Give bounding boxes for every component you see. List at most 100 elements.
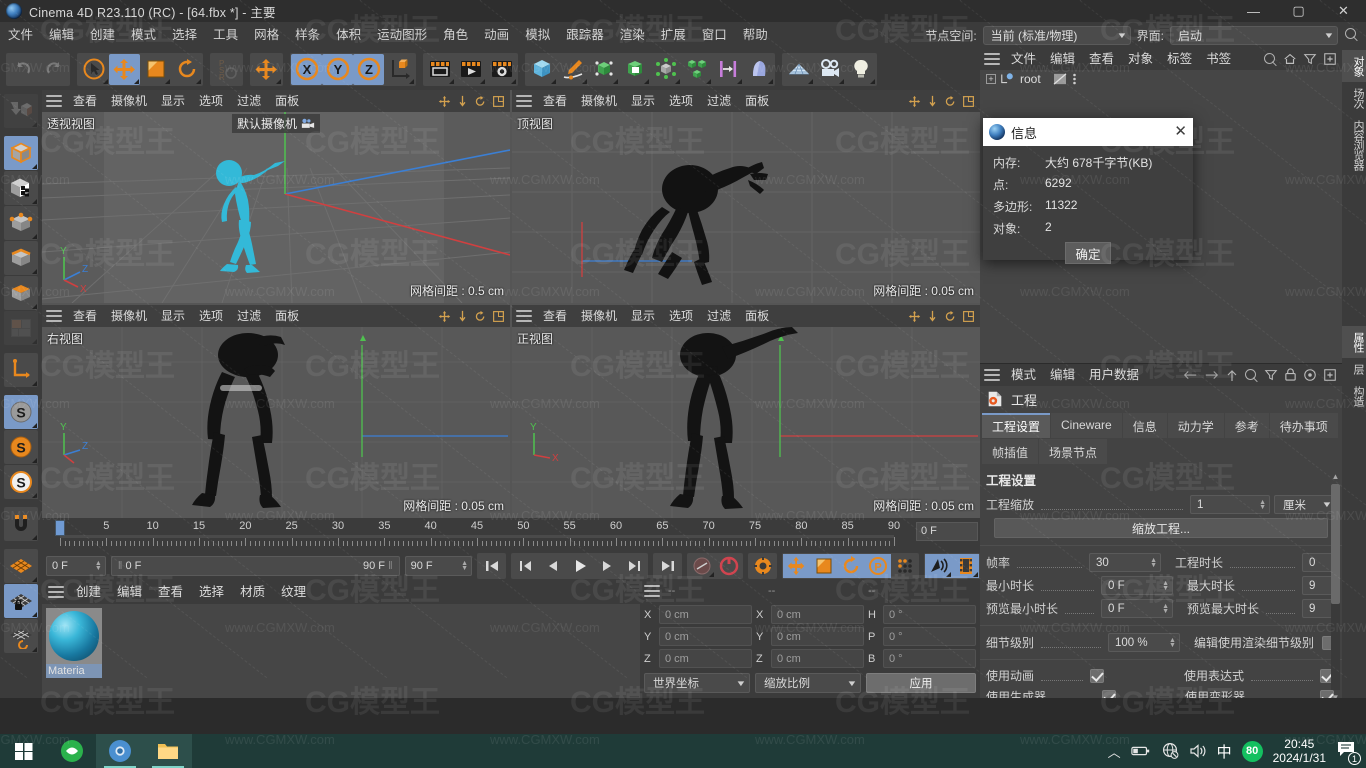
x-axis-icon[interactable]: X (291, 53, 322, 85)
scale-project-button[interactable]: 缩放工程... (994, 518, 1328, 538)
object-row-root[interactable]: + root (980, 70, 1342, 88)
hamburger-icon[interactable] (644, 585, 660, 597)
obj-menu-bookmarks[interactable]: 书签 (1199, 48, 1238, 70)
hamburger-icon[interactable] (46, 95, 62, 107)
move-world-icon[interactable] (251, 54, 282, 85)
obj-menu-objects[interactable]: 对象 (1121, 48, 1160, 70)
record-position-icon[interactable] (783, 554, 810, 578)
obj-menu-tags[interactable]: 标签 (1160, 48, 1199, 70)
vp-menu-display[interactable]: 显示 (624, 90, 662, 112)
project-scale-unit-select[interactable]: 厘米 ▼ (1274, 495, 1336, 514)
vp-menu-view[interactable]: 查看 (66, 305, 104, 327)
menu-item-volume[interactable]: 体积 (328, 22, 369, 48)
coord-rot-h-input[interactable]: 0 ° (883, 605, 976, 624)
mat-menu-material[interactable]: 材质 (232, 580, 273, 604)
maximize-view-icon[interactable] (492, 310, 505, 323)
vp-menu-camera[interactable]: 摄像机 (574, 305, 624, 327)
record-param-icon[interactable]: P (864, 554, 891, 578)
menu-item-mode[interactable]: 模式 (123, 22, 164, 48)
mat-menu-texture[interactable]: 纹理 (273, 580, 314, 604)
spinner-icon[interactable]: ▲ ▼ (1158, 580, 1169, 592)
record-active-objects-icon[interactable] (688, 554, 715, 578)
display-tag-icon[interactable] (1053, 73, 1067, 85)
close-button[interactable]: ✕ (1321, 0, 1366, 22)
move-icon[interactable] (109, 53, 140, 85)
home-icon[interactable] (1283, 52, 1297, 66)
rotate-view-icon[interactable] (944, 95, 957, 108)
spinner-icon[interactable]: ▲ ▼ (1158, 603, 1169, 615)
vp-menu-camera[interactable]: 摄像机 (104, 90, 154, 112)
maximize-view-icon[interactable] (962, 95, 975, 108)
viewport-top[interactable]: 查看 摄像机 显示 选项 过滤 面板 顶视图 网格间距: 0.05 cm (512, 90, 980, 303)
pan-icon[interactable] (438, 95, 451, 108)
add-layer-icon[interactable] (1323, 52, 1337, 66)
light-icon[interactable] (845, 54, 876, 85)
tab-project-settings[interactable]: 工程设置 (982, 413, 1051, 438)
mograph-cloner-icon[interactable] (681, 54, 712, 85)
rotate-view-icon[interactable] (474, 310, 487, 323)
menu-item-animate[interactable]: 动画 (476, 22, 517, 48)
vp-menu-panel[interactable]: 面板 (738, 90, 776, 112)
vtab-structure[interactable]: 构造 (1342, 380, 1366, 412)
obj-menu-view[interactable]: 查看 (1082, 48, 1121, 70)
spinner-icon[interactable]: ▲ ▼ (91, 560, 102, 572)
menu-item-simulate[interactable]: 模拟 (517, 22, 558, 48)
close-icon[interactable]: ✕ (1174, 124, 1187, 139)
deformer-icon[interactable] (650, 54, 681, 85)
point-mode-icon[interactable] (4, 206, 38, 240)
spinner-icon[interactable]: ▲ ▼ (1165, 637, 1176, 649)
network-disconnected-icon[interactable] (1161, 742, 1179, 760)
rotate-icon[interactable] (171, 54, 202, 85)
dolly-icon[interactable] (926, 95, 939, 108)
filter-icon[interactable] (1264, 368, 1278, 382)
play-icon[interactable] (566, 554, 593, 578)
render-view-icon[interactable] (424, 54, 455, 85)
windows-start-icon[interactable] (0, 734, 48, 768)
filter-icon[interactable] (1303, 52, 1317, 66)
chevron-up-icon[interactable]: ︿ (1108, 742, 1121, 761)
prev-key-icon[interactable] (512, 554, 539, 578)
go-to-end-icon[interactable] (654, 554, 681, 578)
vp-menu-options[interactable]: 选项 (662, 305, 700, 327)
obj-menu-edit[interactable]: 编辑 (1043, 48, 1082, 70)
psr-icon[interactable]: PSR (211, 54, 242, 85)
vp-menu-display[interactable]: 显示 (154, 90, 192, 112)
vtab-objects[interactable]: 对象 (1342, 50, 1366, 82)
axis-mode-icon[interactable] (4, 353, 38, 387)
tab-reference[interactable]: 参考 (1224, 413, 1269, 438)
minimize-button[interactable]: — (1231, 0, 1276, 22)
mat-menu-edit[interactable]: 编辑 (109, 580, 150, 604)
attribute-scrollbar[interactable]: ▲ ▼ (1331, 472, 1340, 698)
preview-min-input[interactable]: 0 F ▲ ▼ (1101, 599, 1173, 618)
menu-item-window[interactable]: 窗口 (694, 22, 735, 48)
timeline-strip-icon[interactable] (952, 554, 979, 578)
coord-size-x-input[interactable]: 0 cm (771, 605, 864, 624)
vp-menu-filter[interactable]: 过滤 (700, 90, 738, 112)
texture-mode-icon[interactable] (4, 171, 38, 205)
menu-item-create[interactable]: 创建 (82, 22, 123, 48)
ime-chinese-icon[interactable]: 中 (1217, 741, 1232, 762)
coord-pos-x-input[interactable]: 0 cm (659, 605, 752, 624)
menu-item-render[interactable]: 渲染 (612, 22, 653, 48)
coord-pos-y-input[interactable]: 0 cm (659, 627, 752, 646)
node-space-select[interactable]: 当前 (标准/物理) ▼ (982, 25, 1131, 45)
maximize-view-icon[interactable] (492, 95, 505, 108)
scale-mode-select[interactable]: 缩放比例 ▼ (755, 673, 861, 693)
coord-size-z-input[interactable]: 0 cm (771, 649, 864, 668)
timeline-current-frame[interactable]: 0 F (916, 522, 978, 541)
snap-lock-icon[interactable] (4, 584, 38, 618)
clock[interactable]: 20:45 2024/1/31 (1273, 737, 1326, 765)
viewport-perspective[interactable]: 查看 摄像机 显示 选项 过滤 面板 Y Z X 透视视图 默认摄像机 网格间距… (42, 90, 510, 303)
undo-icon[interactable] (7, 54, 38, 85)
dolly-icon[interactable] (456, 95, 469, 108)
timeline-range-track[interactable] (60, 535, 894, 538)
lod-input[interactable]: 100 % ▲ ▼ (1107, 633, 1180, 652)
pan-icon[interactable] (438, 310, 451, 323)
vp-menu-panel[interactable]: 面板 (268, 305, 306, 327)
browser-green-icon[interactable] (48, 734, 96, 768)
render-queue-icon[interactable] (455, 54, 486, 85)
vtab-attributes[interactable]: 属性 (1342, 326, 1366, 358)
vp-menu-panel[interactable]: 面板 (268, 90, 306, 112)
menu-item-tools[interactable]: 工具 (205, 22, 246, 48)
menu-item-select[interactable]: 选择 (164, 22, 205, 48)
